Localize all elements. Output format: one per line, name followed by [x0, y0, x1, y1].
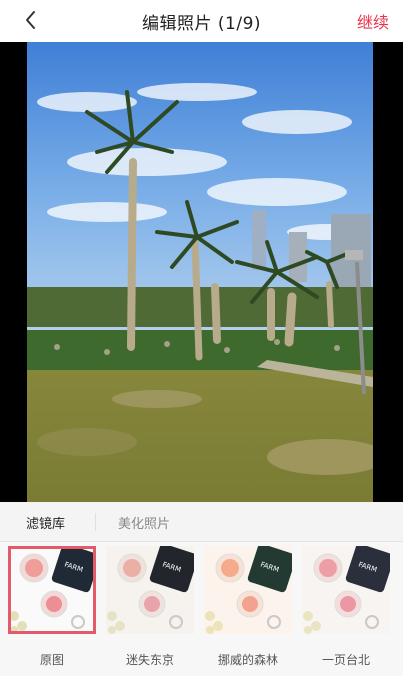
filter-item-one-page-taipei[interactable]: FARM 一页台北 — [302, 546, 392, 667]
page-title: 编辑照片 (1/9) — [141, 14, 262, 34]
filter-thumbnail: FARM — [204, 546, 292, 634]
photo-preview — [27, 42, 373, 502]
filter-item-norwegian-wood[interactable]: FARM 挪威的森林 — [204, 546, 294, 667]
tab-filter-library[interactable]: 滤镜库 — [26, 513, 65, 532]
filter-item-original[interactable]: FARM 原图 — [8, 546, 98, 667]
filter-item-lost-tokyo[interactable]: FARM 迷失东京 — [106, 546, 196, 667]
continue-button[interactable]: 继续 — [357, 9, 389, 33]
filter-thumbnail: FARM — [302, 546, 390, 634]
filter-label: 迷失东京 — [125, 653, 174, 667]
edit-tabs: 滤镜库 美化照片 — [0, 502, 403, 542]
tab-divider — [95, 513, 96, 531]
filter-strip[interactable]: FARM 原图 FARM 迷失东京 FARM 挪威的森林 FARM 一页台北 — [0, 542, 403, 676]
tab-beautify-photo[interactable]: 美化照片 — [118, 513, 170, 532]
filter-thumbnail: FARM — [106, 546, 194, 634]
filter-label: 挪威的森林 — [217, 653, 278, 667]
filter-label: 一页台北 — [321, 653, 370, 667]
filter-thumbnail: FARM — [8, 546, 96, 634]
top-bar: 编辑照片 (1/9) 继续 — [0, 0, 403, 42]
filter-label: 原图 — [39, 653, 64, 667]
photo-canvas[interactable] — [0, 42, 403, 502]
